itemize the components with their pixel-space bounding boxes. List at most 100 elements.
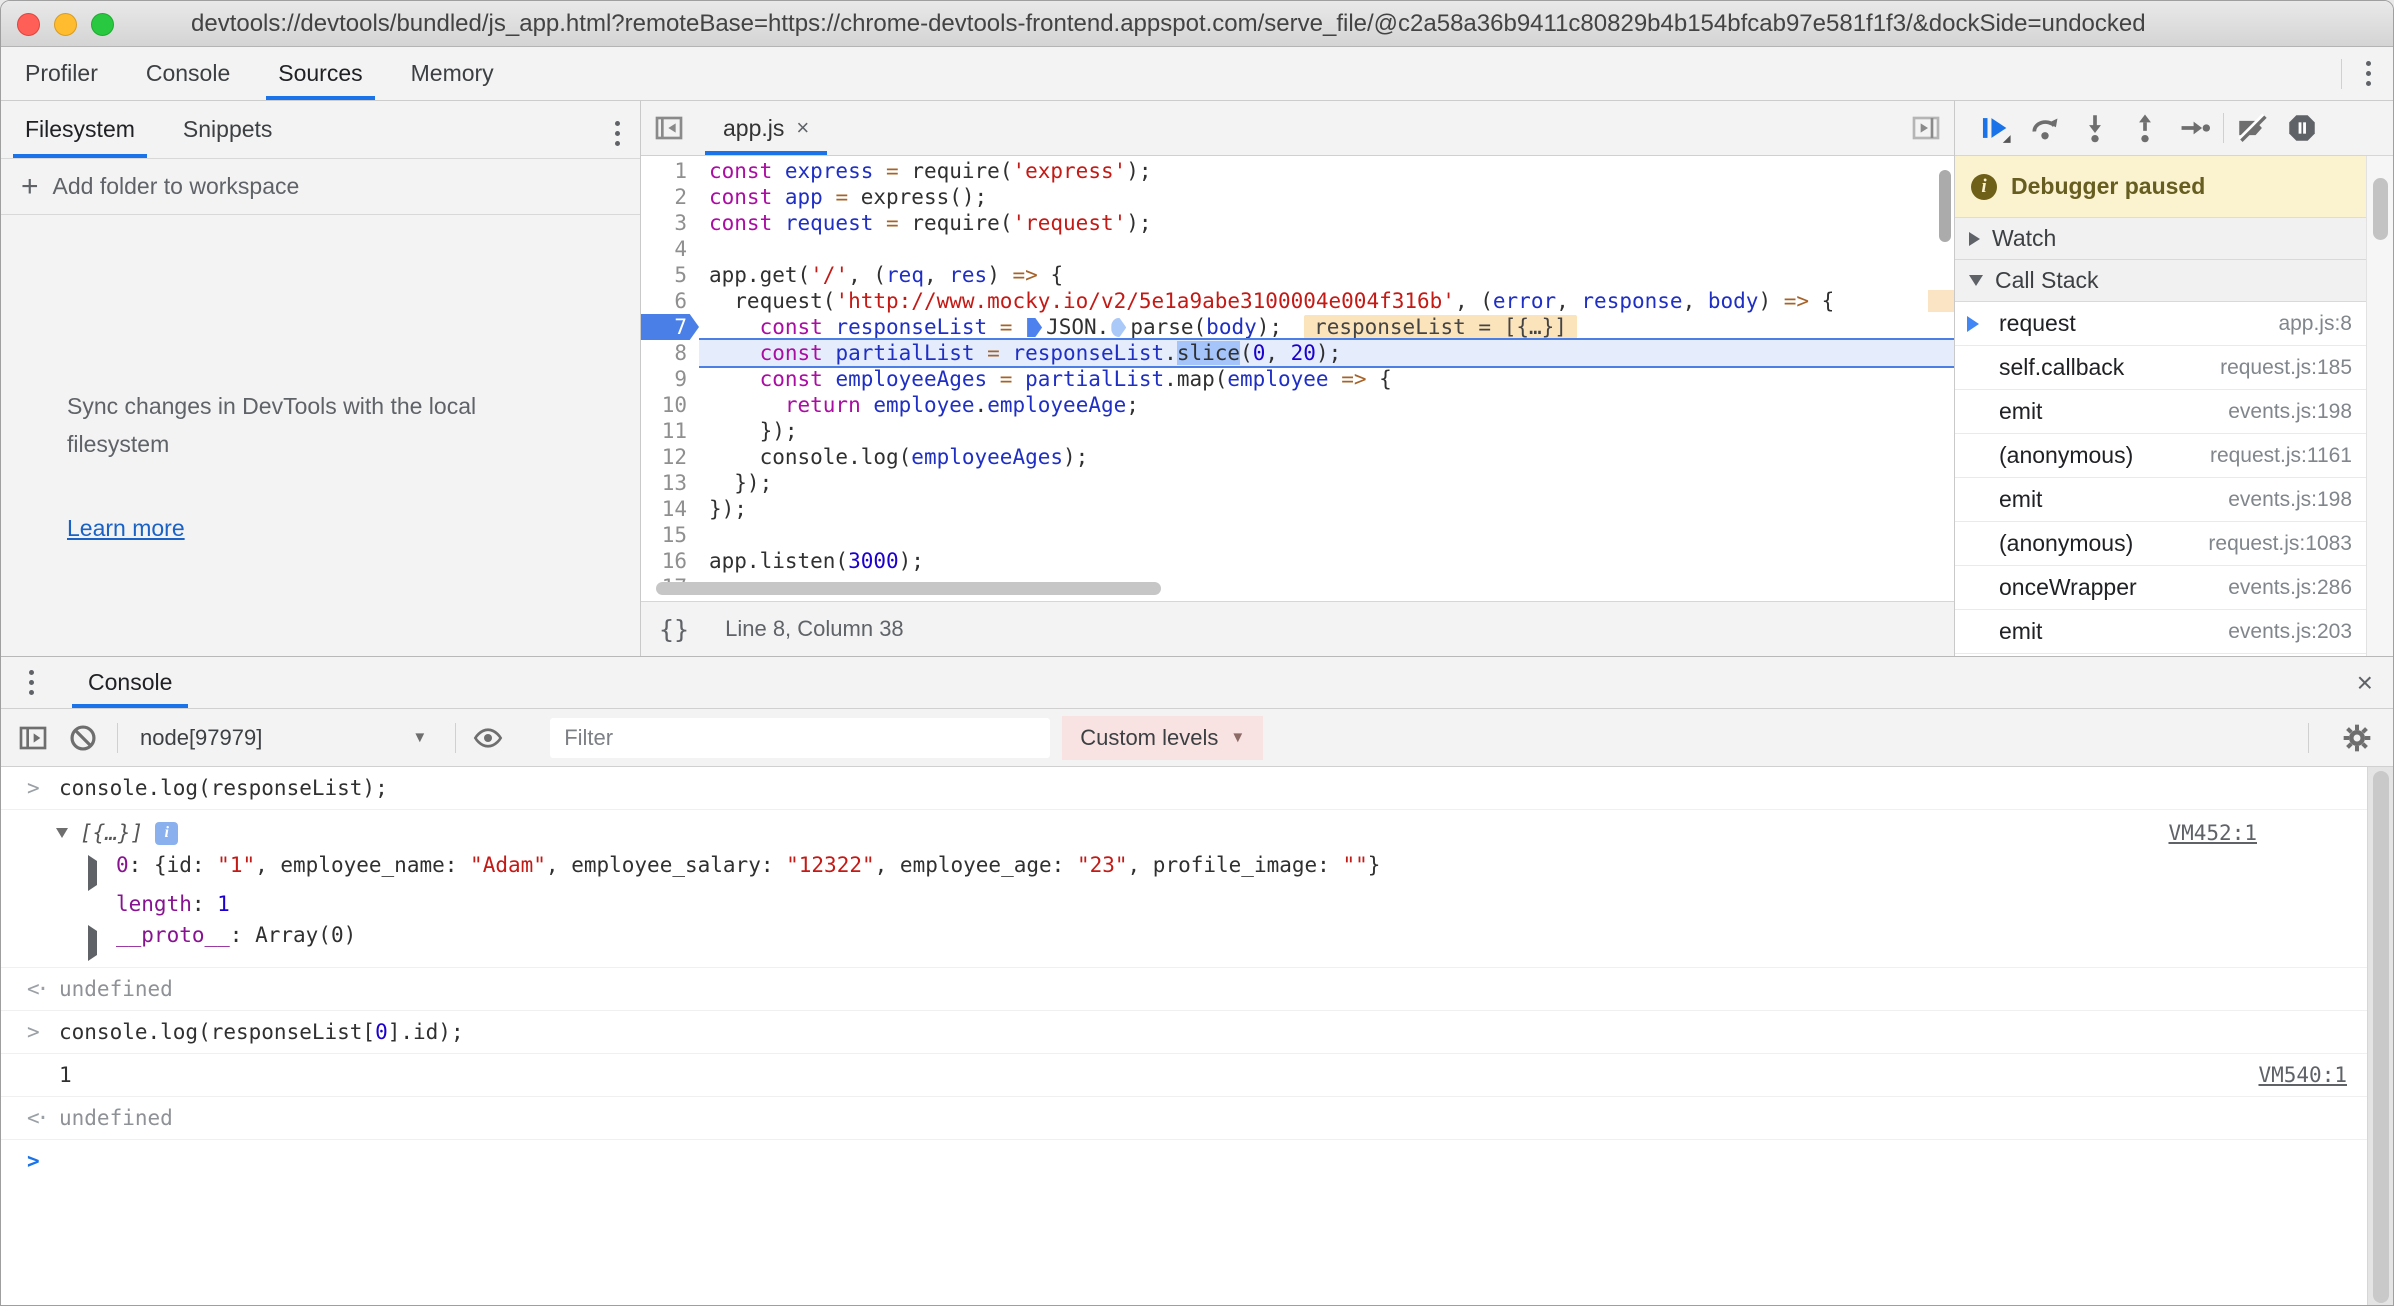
code-text: return employee.employeeAge;: [699, 392, 1954, 418]
editor-tab-overflow-right-icon[interactable]: [1908, 110, 1944, 146]
sidebar-tab-filesystem[interactable]: Filesystem: [1, 101, 159, 158]
tab-sources[interactable]: Sources: [254, 47, 386, 100]
code-editor[interactable]: 1const express = require('express');2con…: [641, 156, 1954, 601]
call-stack-frame[interactable]: emitevents.js:198: [1955, 390, 2366, 434]
step-into-button[interactable]: [2073, 106, 2117, 150]
code-line: 3const request = require('request');: [641, 210, 1954, 236]
debugger-paused-label: Debugger paused: [2011, 173, 2205, 200]
console-command[interactable]: >console.log(responseList[0].id);: [1, 1011, 2367, 1054]
tab-close-icon[interactable]: ×: [796, 115, 809, 141]
console-tab-label: Console: [88, 669, 172, 696]
execution-context-selector[interactable]: node[97979] ▼: [140, 725, 427, 751]
line-number[interactable]: 16: [641, 548, 699, 574]
line-number[interactable]: 6: [641, 288, 699, 314]
console-settings-gear-icon[interactable]: [2339, 720, 2375, 756]
line-number[interactable]: 14: [641, 496, 699, 522]
console-close-button[interactable]: ×: [2357, 669, 2373, 697]
console-prompt[interactable]: >: [1, 1140, 2367, 1182]
source-link[interactable]: VM540:1: [2258, 1061, 2347, 1089]
info-icon: i: [1971, 174, 1997, 200]
sidebar-tab-snippets[interactable]: Snippets: [159, 101, 297, 158]
info-badge-icon[interactable]: i: [155, 822, 178, 845]
frame-function-name: emit: [1999, 486, 2042, 513]
collapsed-triangle-icon[interactable]: [88, 920, 116, 959]
debugger-scrollbar-thumb[interactable]: [2373, 178, 2388, 240]
line-number[interactable]: 13: [641, 470, 699, 496]
console-filter-input[interactable]: [550, 718, 1050, 758]
zoom-window-button[interactable]: [91, 13, 114, 36]
line-number[interactable]: 1: [641, 158, 699, 184]
step-into-icon: [2078, 111, 2112, 145]
line-number[interactable]: 3: [641, 210, 699, 236]
main-menu-kebab-icon[interactable]: [2360, 55, 2377, 92]
line-number[interactable]: 10: [641, 392, 699, 418]
code-line: 11 });: [641, 418, 1954, 444]
collapsed-triangle-icon[interactable]: [88, 850, 116, 889]
minimize-window-button[interactable]: [54, 13, 77, 36]
code-text: request('http://www.mocky.io/v2/5e1a9abe…: [699, 288, 1954, 314]
line-number[interactable]: 9: [641, 366, 699, 392]
object-preview-header[interactable]: [{…}]iVM452:1: [56, 816, 2277, 850]
line-number[interactable]: 15: [641, 522, 699, 548]
call-stack-frame[interactable]: emitevents.js:203: [1955, 610, 2366, 654]
tab-app-js[interactable]: app.js ×: [705, 101, 827, 155]
line-number[interactable]: 2: [641, 184, 699, 210]
watch-section-header[interactable]: Watch: [1955, 218, 2366, 260]
step-over-button[interactable]: [2023, 106, 2067, 150]
continue-to-here-icon[interactable]: [1027, 318, 1042, 337]
console-scrollbar-thumb[interactable]: [2373, 771, 2389, 1303]
console-tab-bar: Console ×: [1, 657, 2393, 709]
call-stack-frame[interactable]: self.callbackrequest.js:185: [1955, 346, 2366, 390]
log-text: 1: [59, 1063, 72, 1087]
add-folder-button[interactable]: + Add folder to workspace: [1, 159, 640, 215]
tab-console[interactable]: Console: [122, 47, 254, 100]
line-number[interactable]: 11: [641, 418, 699, 444]
navigator-sidebar: FilesystemSnippets + Add folder to works…: [1, 101, 641, 656]
deactivate-breakpoints-button[interactable]: [2230, 106, 2274, 150]
object-property-row[interactable]: __proto__: Array(0): [56, 920, 2277, 959]
call-stack-frame[interactable]: (anonymous)request.js:1083: [1955, 522, 2366, 566]
call-stack-frame[interactable]: onceWrapperevents.js:286: [1955, 566, 2366, 610]
expanded-triangle-icon[interactable]: [56, 828, 68, 838]
console-command[interactable]: >console.log(responseList);: [1, 767, 2367, 810]
source-link[interactable]: VM452:1: [2168, 819, 2257, 847]
editor-horizontal-scrollbar[interactable]: [656, 582, 1161, 595]
call-stack-frame[interactable]: (anonymous)request.js:1161: [1955, 434, 2366, 478]
toolbar-divider: [455, 723, 456, 753]
tab-memory[interactable]: Memory: [387, 47, 518, 100]
live-expression-eye-icon[interactable]: [470, 720, 506, 756]
learn-more-link[interactable]: Learn more: [67, 515, 185, 542]
object-property-row[interactable]: length: 1: [56, 889, 2277, 920]
frame-function-name: emit: [1999, 398, 2042, 425]
custom-levels-dropdown[interactable]: Custom levels ▼: [1062, 716, 1263, 760]
console-kebab-icon[interactable]: [23, 664, 40, 701]
console-sidebar-toggle-icon[interactable]: [15, 720, 51, 756]
hide-navigator-icon[interactable]: [651, 110, 687, 146]
resume-button[interactable]: [1973, 106, 2017, 150]
pause-on-exceptions-button[interactable]: [2280, 106, 2324, 150]
code-text: app.get('/', (req, res) => {: [699, 262, 1954, 288]
execution-line-marker[interactable]: 7: [641, 314, 699, 340]
editor-vertical-scrollbar[interactable]: [1939, 170, 1951, 242]
line-number[interactable]: 12: [641, 444, 699, 470]
tab-profiler[interactable]: Profiler: [1, 47, 122, 100]
step-button[interactable]: [2173, 106, 2217, 150]
call-stack-frame[interactable]: requestapp.js:8: [1955, 302, 2366, 346]
debugger-toolbar: [1955, 101, 2393, 156]
console-scrollbar-track[interactable]: [2367, 767, 2393, 1306]
call-stack-section-header[interactable]: Call Stack: [1955, 260, 2366, 302]
clear-console-button[interactable]: [65, 720, 101, 756]
line-number[interactable]: 4: [641, 236, 699, 262]
frame-location: request.js:185: [2220, 356, 2352, 380]
call-stack-frame[interactable]: emitevents.js:198: [1955, 478, 2366, 522]
navigator-kebab-icon[interactable]: [609, 115, 626, 152]
debugger-scrollbar-track[interactable]: [2366, 156, 2393, 656]
step-out-button[interactable]: [2123, 106, 2167, 150]
line-number[interactable]: 5: [641, 262, 699, 288]
console-tab[interactable]: Console: [58, 657, 202, 708]
pretty-print-icon[interactable]: {}: [659, 615, 689, 644]
object-property-row[interactable]: 0: {id: "1", employee_name: "Adam", empl…: [56, 850, 2277, 889]
line-number[interactable]: 8: [641, 340, 699, 366]
continue-to-here-icon[interactable]: [1111, 318, 1126, 337]
close-window-button[interactable]: [17, 13, 40, 36]
